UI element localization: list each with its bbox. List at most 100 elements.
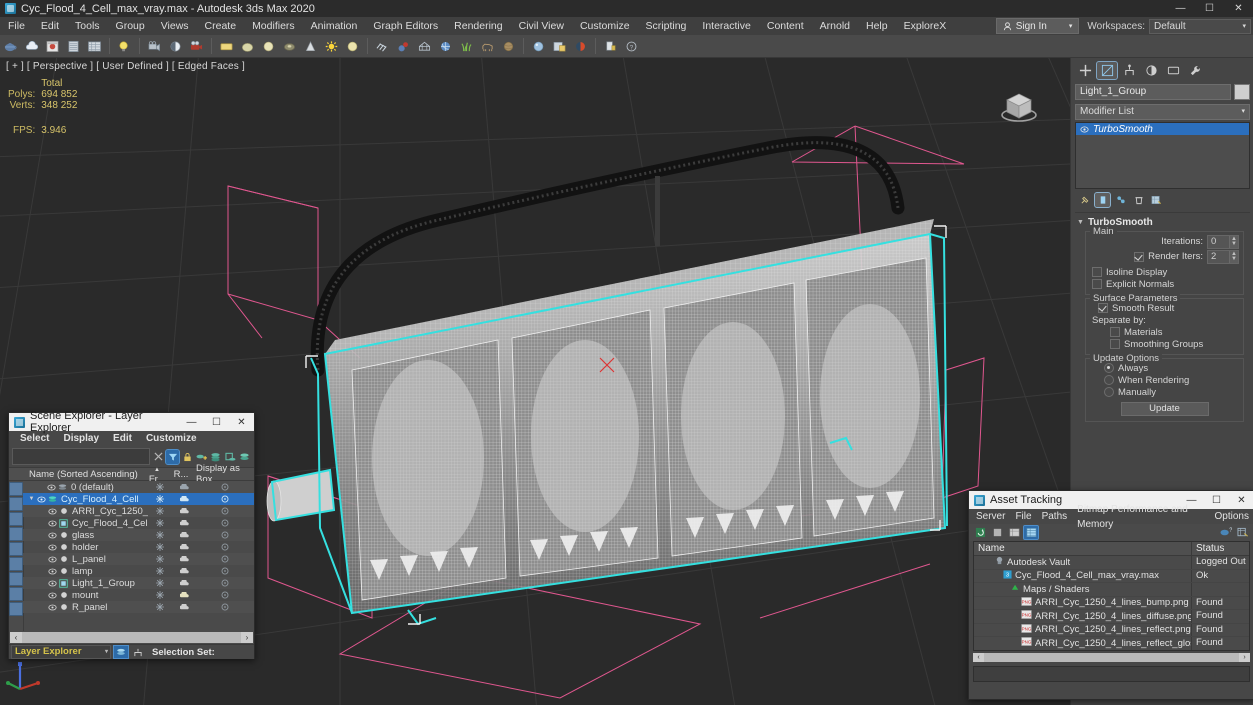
eye-icon[interactable] bbox=[47, 520, 58, 527]
eye-icon[interactable] bbox=[47, 568, 58, 575]
table-row[interactable]: Maps / Shaders bbox=[974, 583, 1249, 597]
frozen-toggle[interactable] bbox=[148, 567, 172, 575]
menu-modifiers[interactable]: Modifiers bbox=[244, 17, 303, 35]
frozen-toggle[interactable] bbox=[148, 531, 172, 539]
at-menu-paths[interactable]: Paths bbox=[1037, 509, 1073, 524]
render-iters-spinner[interactable]: 2 ▲▼ bbox=[1207, 250, 1239, 264]
close-button[interactable]: ✕ bbox=[229, 413, 254, 431]
scroll-track[interactable] bbox=[984, 653, 1239, 662]
isoline-display-row[interactable]: Isoline Display bbox=[1092, 266, 1239, 278]
sphere-yellow-icon[interactable] bbox=[343, 37, 362, 56]
menu-explorex[interactable]: ExploreX bbox=[896, 17, 955, 35]
menu-arnold[interactable]: Arnold bbox=[812, 17, 858, 35]
display-as-box-toggle[interactable] bbox=[196, 603, 254, 611]
table-row[interactable]: L_panel bbox=[23, 553, 254, 565]
workspace-select[interactable]: Default ▾ bbox=[1149, 19, 1251, 34]
display-as-box-toggle[interactable] bbox=[196, 507, 254, 515]
search-input[interactable] bbox=[12, 448, 150, 465]
utilities-tab[interactable] bbox=[1185, 62, 1205, 79]
scene-explorer-horizontal-scrollbar[interactable]: ‹ › bbox=[9, 631, 254, 644]
explorer-mode-dropdown[interactable]: Layer Explorer ▾ bbox=[11, 645, 111, 659]
menu-civil-view[interactable]: Civil View bbox=[511, 17, 572, 35]
render-toggle[interactable] bbox=[172, 580, 196, 587]
render-toggle[interactable] bbox=[172, 556, 196, 563]
camera-icon[interactable] bbox=[9, 512, 23, 526]
menu-graph-editors[interactable]: Graph Editors bbox=[365, 17, 446, 35]
scroll-left-button[interactable]: ‹ bbox=[10, 632, 22, 643]
eye-icon[interactable] bbox=[47, 532, 58, 539]
cone-icon[interactable] bbox=[301, 37, 320, 56]
view-cube-icon[interactable] bbox=[996, 82, 1042, 128]
cloud-icon[interactable] bbox=[22, 37, 41, 56]
light-icon[interactable] bbox=[9, 497, 23, 511]
at-menu-file[interactable]: File bbox=[1010, 509, 1036, 524]
vault-help-icon[interactable]: ? bbox=[1219, 526, 1233, 539]
frozen-toggle[interactable] bbox=[148, 603, 172, 611]
rendered-frame-window-icon[interactable] bbox=[85, 37, 104, 56]
modifier-stack-entry[interactable]: TurboSmooth bbox=[1076, 123, 1249, 135]
maximize-button[interactable]: ☐ bbox=[204, 413, 229, 431]
scroll-right-button[interactable]: › bbox=[241, 632, 253, 643]
scene-explorer-window[interactable]: Scene Explorer - Layer Explorer — ☐ ✕ Se… bbox=[8, 412, 255, 659]
when-rendering-radio[interactable] bbox=[1104, 375, 1114, 385]
table-row[interactable]: Light_1_Group bbox=[23, 577, 254, 589]
when-rendering-row[interactable]: When Rendering bbox=[1104, 374, 1239, 386]
material-editor-icon[interactable] bbox=[550, 37, 569, 56]
layers-icon[interactable] bbox=[239, 450, 251, 464]
manually-row[interactable]: Manually bbox=[1104, 386, 1239, 398]
sphere-red-blue-icon[interactable] bbox=[394, 37, 413, 56]
column-status[interactable]: Status bbox=[1192, 542, 1249, 555]
menu-rendering[interactable]: Rendering bbox=[446, 17, 510, 35]
make-unique-button[interactable] bbox=[1113, 193, 1128, 207]
table-row[interactable]: glass bbox=[23, 529, 254, 541]
globe-blue-icon[interactable] bbox=[436, 37, 455, 56]
filter-icon[interactable] bbox=[166, 450, 178, 464]
always-radio[interactable] bbox=[1104, 363, 1114, 373]
render-setup-dark-icon[interactable] bbox=[571, 37, 590, 56]
frozen-toggle[interactable] bbox=[148, 579, 172, 587]
menu-interactive[interactable]: Interactive bbox=[694, 17, 758, 35]
frozen-toggle[interactable] bbox=[148, 543, 172, 551]
remove-modifier-button[interactable] bbox=[1131, 193, 1146, 207]
display-as-box-toggle[interactable] bbox=[196, 555, 254, 563]
animal-icon[interactable] bbox=[478, 37, 497, 56]
frozen-toggle[interactable] bbox=[148, 483, 172, 491]
settings-icon[interactable] bbox=[1236, 526, 1250, 539]
menu-customize[interactable]: Customize bbox=[572, 17, 638, 35]
spacewarp-icon[interactable] bbox=[9, 542, 23, 556]
at-menu-server[interactable]: Server bbox=[971, 509, 1010, 524]
minimize-button[interactable]: — bbox=[1166, 0, 1195, 17]
table-row[interactable]: 3 Cyc_Flood_4_Cell_max_vray.max Ok bbox=[974, 570, 1249, 584]
frozen-toggle[interactable] bbox=[148, 495, 172, 503]
render-production-icon[interactable] bbox=[187, 37, 206, 56]
layer-stack-icon[interactable] bbox=[210, 450, 222, 464]
sphere-beige-icon[interactable] bbox=[238, 37, 257, 56]
table-row[interactable]: PNG ARRI_Cyc_1250_4_lines_reflect.png Fo… bbox=[974, 624, 1249, 638]
table-row[interactable]: ▼ Cyc_Flood_4_Cell bbox=[23, 493, 254, 505]
eye-icon[interactable] bbox=[47, 556, 58, 563]
render-toggle[interactable] bbox=[172, 604, 196, 611]
add-layer-icon[interactable] bbox=[195, 450, 207, 464]
sphere-dark-icon[interactable] bbox=[280, 37, 299, 56]
close-button[interactable]: ✕ bbox=[1229, 491, 1253, 509]
material-ball-icon[interactable] bbox=[529, 37, 548, 56]
eye-icon[interactable] bbox=[47, 604, 58, 611]
light-bulb-icon[interactable] bbox=[115, 37, 134, 56]
at-menu-bitmap-performance[interactable]: Bitmap Performance and Memory bbox=[1072, 502, 1209, 532]
render-toggle[interactable] bbox=[172, 496, 196, 503]
moon-shading-icon[interactable] bbox=[166, 37, 185, 56]
manually-radio[interactable] bbox=[1104, 387, 1114, 397]
column-render[interactable]: R... bbox=[169, 469, 193, 480]
sign-in-button[interactable]: Sign In ▾ bbox=[996, 18, 1080, 34]
frozen-toggle[interactable] bbox=[148, 519, 172, 527]
hatch-icon[interactable] bbox=[373, 37, 392, 56]
smooth-result-checkbox[interactable] bbox=[1098, 303, 1108, 313]
scroll-track[interactable] bbox=[22, 632, 241, 643]
create-tab[interactable] bbox=[1075, 62, 1095, 79]
smoothing-groups-row[interactable]: Smoothing Groups bbox=[1110, 338, 1239, 350]
menu-file[interactable]: File bbox=[0, 17, 33, 35]
bone-icon[interactable] bbox=[9, 572, 23, 586]
display-as-box-toggle[interactable] bbox=[196, 519, 254, 527]
se-menu-customize[interactable]: Customize bbox=[139, 431, 204, 446]
se-menu-edit[interactable]: Edit bbox=[106, 431, 139, 446]
